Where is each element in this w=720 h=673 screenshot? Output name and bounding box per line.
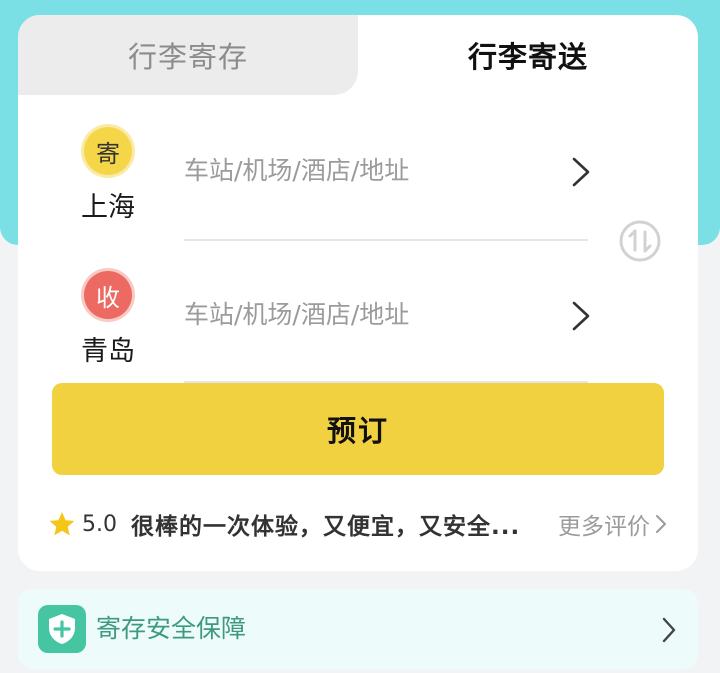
chevron-right-icon <box>656 515 666 533</box>
receive-badge: 收 <box>84 271 132 319</box>
send-address-field[interactable]: 车站/机场/酒店/地址 <box>184 141 588 201</box>
divider <box>184 239 588 241</box>
send-badge: 寄 <box>84 127 132 175</box>
book-button[interactable]: 预订 <box>52 383 664 475</box>
receive-address-field[interactable]: 车站/机场/酒店/地址 <box>184 285 588 345</box>
tab-bar: 行李寄存 行李寄送 <box>18 15 698 95</box>
storage-guarantee-banner[interactable]: 寄存安全保障 <box>18 589 698 669</box>
chevron-right-icon[interactable] <box>566 297 596 335</box>
booking-card: 行李寄存 行李寄送 寄 上海 车站/机场/酒店/地址 收 青岛 车站/机场/酒店… <box>18 15 698 571</box>
send-row: 寄 上海 车站/机场/酒店/地址 <box>18 119 698 243</box>
chevron-right-icon <box>662 617 676 643</box>
guarantee-label: 寄存安全保障 <box>96 614 247 643</box>
chevron-right-icon[interactable] <box>566 153 596 191</box>
more-reviews-label: 更多评价 <box>558 514 650 540</box>
more-reviews-link[interactable]: 更多评价 <box>558 507 668 541</box>
shield-plus-icon <box>38 605 86 653</box>
send-city[interactable]: 上海 <box>70 185 146 224</box>
tab-luggage-delivery[interactable]: 行李寄送 <box>358 15 698 95</box>
receive-row: 收 青岛 车站/机场/酒店/地址 <box>18 263 698 387</box>
receive-city[interactable]: 青岛 <box>70 329 146 368</box>
rating-score: 5.0 <box>82 511 117 537</box>
swap-icon[interactable] <box>618 219 662 263</box>
star-icon <box>49 512 75 536</box>
review-snippet: 很棒的一次体验，又便宜，又安全... <box>131 514 521 540</box>
tab-luggage-storage[interactable]: 行李寄存 <box>18 15 358 95</box>
